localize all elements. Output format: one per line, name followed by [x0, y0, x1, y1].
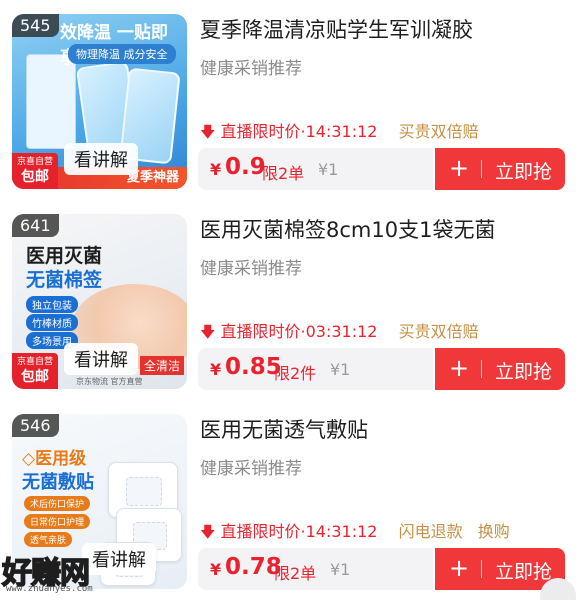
self-operated-tag: 京喜自营 包邮 — [12, 353, 58, 389]
live-price-label: 直播限时价 — [220, 522, 301, 541]
original-price: ¥1 — [330, 560, 351, 579]
live-price-row: 🡇 直播限时价·03:31:12 买贵双倍赔 — [200, 322, 479, 341]
countdown-timer: 14:31:12 — [305, 122, 378, 141]
divider — [481, 360, 482, 378]
purchase-limit: 限2单 — [262, 164, 305, 183]
down-arrow-icon: 🡇 — [200, 523, 216, 541]
thumbnail-band: 全清洁 — [140, 356, 185, 375]
plus-icon: + — [449, 354, 470, 382]
down-arrow-icon: 🡇 — [200, 123, 216, 141]
thumbnail-subbanner: 物理降温 成分安全 — [68, 44, 176, 64]
price-bar: ¥ 0.78 限2单 ¥1 — [198, 548, 433, 590]
product-box-image — [26, 54, 76, 149]
explain-button[interactable]: 看讲解 — [64, 143, 138, 175]
buy-now-button[interactable]: + 立即抢 — [435, 148, 565, 190]
thumbnail-tag: 日常伤口护理 — [24, 514, 91, 529]
original-price: ¥1 — [330, 360, 351, 379]
countdown-timer: 14:31:12 — [305, 522, 378, 541]
product-title[interactable]: 夏季降温清凉贴学生军训凝胶 — [200, 14, 473, 44]
product-subtitle: 健康采销推荐 — [200, 259, 302, 279]
currency-symbol: ¥ — [210, 360, 222, 379]
self-operated-tag: 京喜自营 包邮 — [12, 153, 58, 189]
explain-button[interactable]: 看讲解 — [64, 343, 138, 375]
item-number-badge: 546 — [12, 414, 59, 437]
guarantee-label: 买贵双倍赔 — [398, 122, 479, 141]
guarantee-label: 闪电退款 — [398, 522, 463, 541]
thumbnail-bullet: 独立包装 — [26, 296, 78, 313]
buy-now-label: 立即抢 — [495, 161, 553, 183]
down-arrow-icon: 🡇 — [200, 323, 216, 341]
divider — [481, 160, 482, 178]
live-price-row: 🡇 直播限时价·14:31:12 买贵双倍赔 — [200, 122, 479, 141]
divider — [481, 560, 482, 578]
item-number-badge: 545 — [12, 14, 59, 37]
thumbnail-title: 医用灭菌 无菌棉签 — [26, 245, 103, 291]
price-bar: ¥ 0.85 限2件 ¥1 — [198, 348, 433, 390]
guarantee-label: 买贵双倍赔 — [398, 322, 479, 341]
site-watermark: 好赚网 www.zhuanyes.com — [1, 548, 212, 600]
purchase-limit: 限2单 — [274, 564, 317, 583]
thumbnail-banner: 效降温 一贴即享 — [60, 23, 168, 68]
live-price-row: 🡇 直播限时价·14:31:12 闪电退款 换购 — [200, 522, 510, 541]
product-subtitle: 健康采销推荐 — [200, 459, 302, 479]
purchase-limit: 限2件 — [274, 364, 317, 383]
product-thumbnail[interactable]: 医用灭菌 无菌棉签 独立包装 竹棒材质 多场景用 全清洁 京东物流 官方直营 6… — [12, 214, 187, 389]
watermark-url: www.zhuanyes.com — [6, 584, 93, 594]
buy-now-label: 立即抢 — [495, 561, 553, 583]
price-value: 0.9 — [225, 154, 266, 180]
original-price: ¥1 — [318, 160, 339, 179]
product-title[interactable]: 医用无菌透气敷贴 — [200, 414, 368, 444]
buy-now-button[interactable]: + 立即抢 — [435, 348, 565, 390]
product-item-641[interactable]: 医用灭菌 无菌棉签 独立包装 竹棒材质 多场景用 全清洁 京东物流 官方直营 6… — [0, 208, 580, 408]
plus-icon: + — [449, 554, 470, 582]
thumbnail-tag: 术后伤口保护 — [24, 496, 91, 511]
product-thumbnail[interactable]: 效降温 一贴即享 物理降温 成分安全 夏季神器 545 京喜自营包邮 看讲解 — [12, 14, 187, 189]
product-item-545[interactable]: 效降温 一贴即享 物理降温 成分安全 夏季神器 545 京喜自营包邮 看讲解 夏… — [0, 8, 580, 208]
price-bar: ¥ 0.9 限2单 ¥1 — [198, 148, 433, 190]
thumbnail-badge: ◇医用级 — [22, 449, 87, 469]
thumbnail-footer: 京东物流 官方直营 — [76, 377, 143, 386]
item-number-badge: 641 — [12, 214, 59, 237]
live-price-label: 直播限时价 — [220, 122, 301, 141]
thumbnail-bullet: 竹棒材质 — [26, 314, 78, 331]
thumbnail-title: 无菌敷贴 — [22, 472, 94, 493]
live-price-label: 直播限时价 — [220, 322, 301, 341]
product-title[interactable]: 医用灭菌棉签8cm10支1袋无菌 — [200, 214, 495, 244]
thumbnail-tag: 透气亲肤 — [24, 532, 73, 547]
countdown-timer: 03:31:12 — [305, 322, 378, 341]
buy-now-label: 立即抢 — [495, 361, 553, 383]
currency-symbol: ¥ — [210, 160, 222, 179]
product-subtitle: 健康采销推荐 — [200, 59, 302, 79]
exchange-label: 换购 — [477, 522, 510, 541]
plus-icon: + — [449, 154, 470, 182]
